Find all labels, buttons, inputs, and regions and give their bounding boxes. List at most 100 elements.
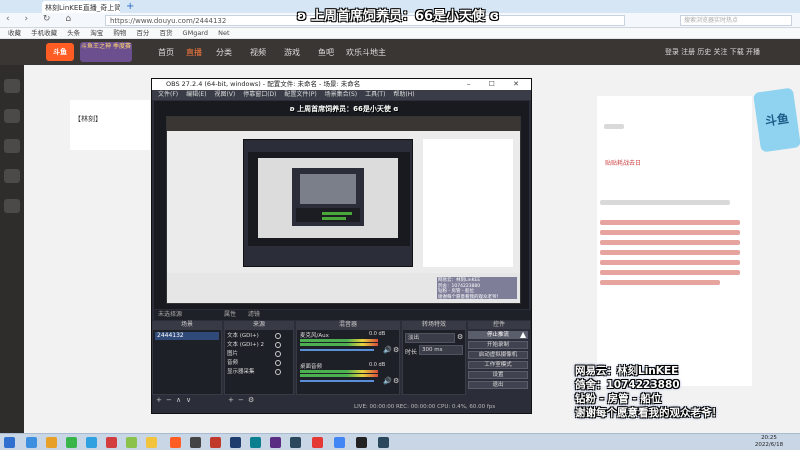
new-tab-button[interactable]: + xyxy=(126,1,134,12)
start-icon[interactable] xyxy=(4,437,15,448)
taskbar-app-icon[interactable] xyxy=(190,437,201,448)
sidebar-follow-icon[interactable] xyxy=(4,109,20,123)
nav-home[interactable]: 首页 xyxy=(158,47,174,58)
nav-buttons[interactable]: ‹ › ↻ ⌂ xyxy=(6,14,77,24)
scene-item[interactable]: 2444132 xyxy=(155,332,219,340)
bookmark[interactable]: 百货 xyxy=(159,28,172,39)
bookmark[interactable]: Net xyxy=(218,28,229,39)
menu-docks[interactable]: 停靠窗口(D) xyxy=(243,90,276,100)
nav-video[interactable]: 视频 xyxy=(250,47,266,58)
eye-icon[interactable] xyxy=(275,333,281,339)
settings-button[interactable]: 设置 xyxy=(468,371,528,379)
nested-info-line: 谢谢每个愿意看我的观众老爷！ xyxy=(438,294,501,300)
nav-games[interactable]: 游戏 xyxy=(284,47,300,58)
transition-select[interactable]: 淡出 xyxy=(405,333,455,343)
nav-yuba[interactable]: 鱼吧 xyxy=(318,47,334,58)
taskbar-app-icon[interactable] xyxy=(26,437,37,448)
taskbar-app-icon[interactable] xyxy=(230,437,241,448)
menu-scene-collection[interactable]: 场景集合(S) xyxy=(325,90,358,100)
taskbar-app-icon[interactable] xyxy=(378,437,389,448)
bookmark[interactable]: 淘宝 xyxy=(90,28,103,39)
bookmark[interactable]: GMgard xyxy=(183,28,208,39)
sidebar-video-icon[interactable] xyxy=(4,169,20,183)
nav-doudizhu[interactable]: 欢乐斗地主 xyxy=(346,47,386,58)
nav-live[interactable]: 直播 xyxy=(186,47,202,58)
source-item[interactable]: 音频 xyxy=(227,359,293,367)
stop-streaming-button[interactable]: 停止推流 xyxy=(468,331,528,339)
nav-category[interactable]: 分类 xyxy=(216,47,232,58)
nested-mixer xyxy=(296,208,360,222)
eye-icon[interactable] xyxy=(275,342,281,348)
menu-help[interactable]: 帮助(H) xyxy=(393,90,414,100)
menu-view[interactable]: 视图(V) xyxy=(214,90,235,100)
eye-icon[interactable] xyxy=(275,360,281,366)
taskbar-browser-icon[interactable] xyxy=(170,437,181,448)
sidebar-game-icon[interactable] xyxy=(4,199,20,213)
obs-window-controls[interactable]: – ☐ ✕ xyxy=(467,79,527,90)
douyu-mascot-badge: 斗鱼 xyxy=(753,87,800,153)
volume-slider[interactable] xyxy=(300,349,374,351)
bookmark[interactable]: 收藏 xyxy=(8,28,21,39)
taskbar-app-icon[interactable] xyxy=(312,437,323,448)
mixer-db-value: 0.0 dB xyxy=(369,362,386,368)
taskbar-app-icon[interactable] xyxy=(210,437,221,448)
taskbar-app-icon[interactable] xyxy=(250,437,261,448)
properties-button[interactable]: 属性 xyxy=(224,311,236,318)
system-clock[interactable]: 20:25 2022/6/18 xyxy=(744,435,794,449)
nested-browser-capture: 网易云：林刻LinKEE 鸽舍：1074223880 钻粉 - 房管 - 船位 … xyxy=(166,116,521,304)
steam-icon[interactable] xyxy=(290,437,301,448)
gear-icon[interactable]: ⚙ xyxy=(393,377,399,385)
taskbar-app-icon[interactable] xyxy=(86,437,97,448)
taskbar-app-icon[interactable] xyxy=(146,437,157,448)
eye-icon[interactable] xyxy=(275,369,281,375)
source-item[interactable]: 显示器采集 xyxy=(227,368,293,376)
speaker-icon[interactable]: 🔊 xyxy=(383,346,392,354)
studio-mode-button[interactable]: 工作室模式 xyxy=(468,361,528,369)
taskbar-app-icon[interactable] xyxy=(66,437,77,448)
bookmark[interactable]: 头条 xyxy=(67,28,80,39)
nested-chat-panel xyxy=(423,139,513,267)
bookmark[interactable]: 手机收藏 xyxy=(31,28,57,39)
browser-tab[interactable]: 林刻LinKEE直播_奇上简... xyxy=(42,1,120,13)
obs-status-bar: LIVE: 00:00:00 REC: 00:00:00 CPU: 0.4%, … xyxy=(354,404,496,410)
eye-icon[interactable] xyxy=(275,351,281,357)
taskbar-app-icon[interactable] xyxy=(46,437,57,448)
sources-list: 文本 (GDI+) 文本 (GDI+) 2 图片 音频 显示器采集 xyxy=(224,329,294,395)
menu-profile[interactable]: 配置文件(P) xyxy=(284,90,316,100)
event-banner[interactable]: 斗鱼王之神 季度赛 xyxy=(80,42,132,62)
exit-button[interactable]: 退出 xyxy=(468,381,528,389)
gear-icon[interactable]: ⚙ xyxy=(457,333,463,341)
mixer-channel-name: 麦克风/Aux xyxy=(300,333,329,339)
sidebar-home-icon[interactable] xyxy=(4,79,20,93)
right-panel-title: 贴贴耗战去日 xyxy=(605,160,642,167)
audio-meter xyxy=(300,370,378,373)
chat-line xyxy=(600,280,720,285)
virtual-camera-button[interactable]: 启动虚拟摄像机 xyxy=(468,351,528,359)
menu-tools[interactable]: 工具(T) xyxy=(365,90,385,100)
menu-edit[interactable]: 编辑(E) xyxy=(186,90,206,100)
start-recording-button[interactable]: 开始录制 xyxy=(468,341,528,349)
browser-search-input[interactable]: 搜索浏览器实时热点 xyxy=(680,15,792,26)
bookmark[interactable]: 购物 xyxy=(113,28,126,39)
taskbar-app-icon[interactable] xyxy=(126,437,137,448)
filters-button[interactable]: 滤镜 xyxy=(248,311,260,318)
gear-icon[interactable]: ⚙ xyxy=(393,346,399,354)
nested-page xyxy=(258,158,398,238)
volume-slider[interactable] xyxy=(300,380,374,382)
menu-file[interactable]: 文件(F) xyxy=(158,90,178,100)
user-area[interactable]: 登录 注册 历史 关注 下载 开播 xyxy=(560,41,760,63)
douyu-logo[interactable]: 斗鱼 xyxy=(46,43,74,61)
obs-preview[interactable]: ʚ 上周首席饲养员：66是小天使 ɞ 网易云：林刻LinKEE 鸽舍：10742… xyxy=(154,101,529,309)
taskbar-app-icon[interactable] xyxy=(334,437,345,448)
source-item[interactable]: 文本 (GDI+) xyxy=(227,332,293,340)
taskbar-app-icon[interactable] xyxy=(270,437,281,448)
speaker-icon[interactable]: 🔊 xyxy=(383,377,392,385)
sidebar-category-icon[interactable] xyxy=(4,139,20,153)
audio-mixer: 麦克风/Aux 0.0 dB 🔊 ⚙ 桌面音频 0.0 dB 🔊 ⚙ xyxy=(296,329,400,395)
bookmark[interactable]: 百分 xyxy=(136,28,149,39)
source-item[interactable]: 文本 (GDI+) 2 xyxy=(227,341,293,349)
taskbar-app-icon[interactable] xyxy=(106,437,117,448)
duration-input[interactable]: 300 ms xyxy=(419,345,463,355)
obs-taskbar-icon[interactable] xyxy=(356,437,367,448)
source-item[interactable]: 图片 xyxy=(227,350,293,358)
